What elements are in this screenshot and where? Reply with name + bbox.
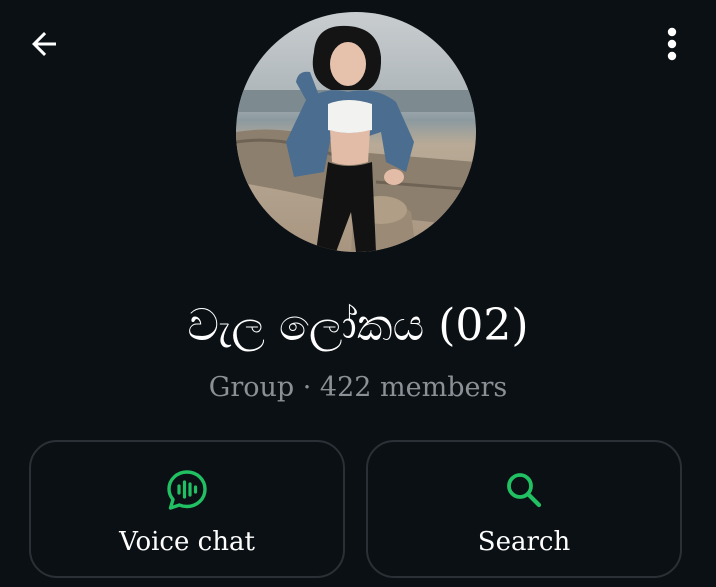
back-button[interactable] — [22, 24, 66, 64]
group-subtitle: Group · 422 members — [208, 372, 508, 403]
voice-chat-button[interactable]: Voice chat — [29, 440, 345, 578]
voice-chat-label: Voice chat — [119, 527, 255, 557]
more-options-button[interactable] — [652, 22, 692, 66]
group-avatar[interactable] — [236, 12, 476, 252]
more-vertical-icon — [667, 27, 677, 61]
group-info-screen: වැල ලෝකය (02) Group · 422 members Voice … — [0, 0, 716, 587]
voice-chat-icon — [167, 470, 207, 510]
search-button[interactable]: Search — [366, 440, 682, 578]
group-name: වැල ලෝකය (02) — [187, 300, 529, 351]
arrow-left-icon — [32, 32, 56, 56]
search-label: Search — [477, 527, 571, 557]
group-photo — [236, 12, 476, 252]
search-icon — [507, 473, 542, 508]
